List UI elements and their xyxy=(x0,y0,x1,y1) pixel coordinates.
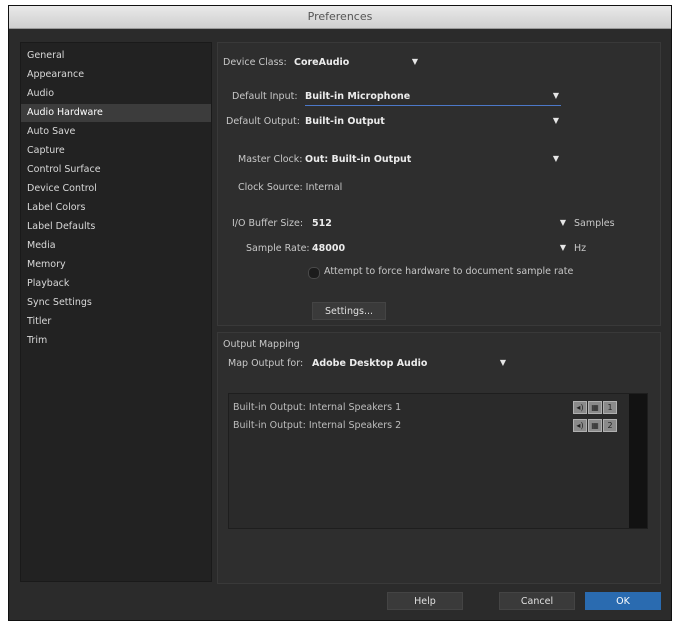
sidebar-item-audio[interactable]: Audio xyxy=(21,85,211,103)
window-title: Preferences xyxy=(9,6,671,29)
list-item: Built-in Output: Internal Speakers 1 ◂) … xyxy=(229,399,647,417)
mapping-row-label: Built-in Output: Internal Speakers 2 xyxy=(233,420,402,431)
sidebar-item-memory[interactable]: Memory xyxy=(21,256,211,274)
output-mapping-title: Output Mapping xyxy=(223,339,300,350)
preferences-sidebar: General Appearance Audio Audio Hardware Auto… xyxy=(20,42,212,582)
map-output-label: Map Output for: xyxy=(228,358,304,369)
grid-icon[interactable]: ▦ xyxy=(588,419,602,432)
list-scrollbar[interactable] xyxy=(629,394,647,528)
master-clock-value: Out: Built-in Output xyxy=(305,154,412,165)
default-input-value: Built-in Microphone xyxy=(305,91,411,102)
device-class-label: Device Class: xyxy=(223,57,287,68)
chevron-down-icon: ▼ xyxy=(552,154,559,163)
default-output-dropdown[interactable]: Built-in Output ▼ xyxy=(305,115,561,131)
map-output-value: Adobe Desktop Audio xyxy=(312,358,428,369)
buffer-size-dropdown[interactable]: 512 ▼ xyxy=(312,217,568,233)
audio-hardware-panel: Device Class: CoreAudio ▼ Default Input:… xyxy=(217,42,661,326)
speaker-icon[interactable]: ◂) xyxy=(573,419,587,432)
default-input-label: Default Input: xyxy=(232,91,298,102)
sidebar-item-appearance[interactable]: Appearance xyxy=(21,66,211,84)
sidebar-item-general[interactable]: General xyxy=(21,47,211,65)
sample-rate-value: 48000 xyxy=(312,243,346,254)
chevron-down-icon: ▼ xyxy=(552,116,559,125)
sample-rate-dropdown[interactable]: 48000 ▼ xyxy=(312,242,568,258)
channel-button-2[interactable]: 2 xyxy=(603,419,617,432)
help-button[interactable]: Help xyxy=(387,592,463,610)
sidebar-item-audio-hardware[interactable]: Audio Hardware xyxy=(21,104,211,122)
default-output-value: Built-in Output xyxy=(305,116,385,127)
buffer-size-value: 512 xyxy=(312,218,332,229)
preferences-window: Preferences General Appearance Audio Audio … xyxy=(8,5,672,621)
buffer-size-unit: Samples xyxy=(574,218,615,229)
ok-button[interactable]: OK xyxy=(585,592,661,610)
output-mapping-panel: Output Mapping Map Output for: Adobe Des… xyxy=(217,332,661,584)
clock-source-text: Clock Source: Internal xyxy=(238,182,343,193)
sidebar-item-sync-settings[interactable]: Sync Settings xyxy=(21,294,211,312)
default-output-label: Default Output: xyxy=(226,116,300,127)
sidebar-item-label-defaults[interactable]: Label Defaults xyxy=(21,218,211,236)
output-mapping-list: Built-in Output: Internal Speakers 1 ◂) … xyxy=(228,393,648,529)
mapping-row-label: Built-in Output: Internal Speakers 1 xyxy=(233,402,402,413)
sidebar-item-media[interactable]: Media xyxy=(21,237,211,255)
sidebar-item-auto-save[interactable]: Auto Save xyxy=(21,123,211,141)
buffer-size-label: I/O Buffer Size: xyxy=(232,218,304,229)
sample-rate-unit: Hz xyxy=(574,243,587,254)
device-class-dropdown[interactable]: CoreAudio ▼ xyxy=(294,56,420,72)
sidebar-item-control-surface[interactable]: Control Surface xyxy=(21,161,211,179)
chevron-down-icon: ▼ xyxy=(499,358,506,367)
speaker-icon[interactable]: ◂) xyxy=(573,401,587,414)
sidebar-item-capture[interactable]: Capture xyxy=(21,142,211,160)
chevron-down-icon: ▼ xyxy=(552,91,559,100)
chevron-down-icon: ▼ xyxy=(411,57,418,66)
list-item: Built-in Output: Internal Speakers 2 ◂) … xyxy=(229,417,647,435)
sidebar-item-trim[interactable]: Trim xyxy=(21,332,211,350)
force-sample-rate-checkbox[interactable] xyxy=(308,267,320,279)
map-output-dropdown[interactable]: Adobe Desktop Audio ▼ xyxy=(312,357,508,373)
sidebar-item-device-control[interactable]: Device Control xyxy=(21,180,211,198)
force-sample-rate-label: Attempt to force hardware to document sa… xyxy=(324,266,574,277)
grid-icon[interactable]: ▦ xyxy=(588,401,602,414)
chevron-down-icon: ▼ xyxy=(559,218,566,227)
device-class-value: CoreAudio xyxy=(294,57,350,68)
sidebar-item-playback[interactable]: Playback xyxy=(21,275,211,293)
default-input-dropdown[interactable]: Built-in Microphone ▼ xyxy=(305,90,561,106)
settings-button[interactable]: Settings... xyxy=(312,302,386,320)
sidebar-item-titler[interactable]: Titler xyxy=(21,313,211,331)
master-clock-label: Master Clock: xyxy=(238,154,303,165)
channel-button-1[interactable]: 1 xyxy=(603,401,617,414)
sample-rate-label: Sample Rate: xyxy=(246,243,310,254)
cancel-button[interactable]: Cancel xyxy=(499,592,575,610)
sidebar-item-label-colors[interactable]: Label Colors xyxy=(21,199,211,217)
master-clock-dropdown[interactable]: Out: Built-in Output ▼ xyxy=(305,153,561,169)
chevron-down-icon: ▼ xyxy=(559,243,566,252)
